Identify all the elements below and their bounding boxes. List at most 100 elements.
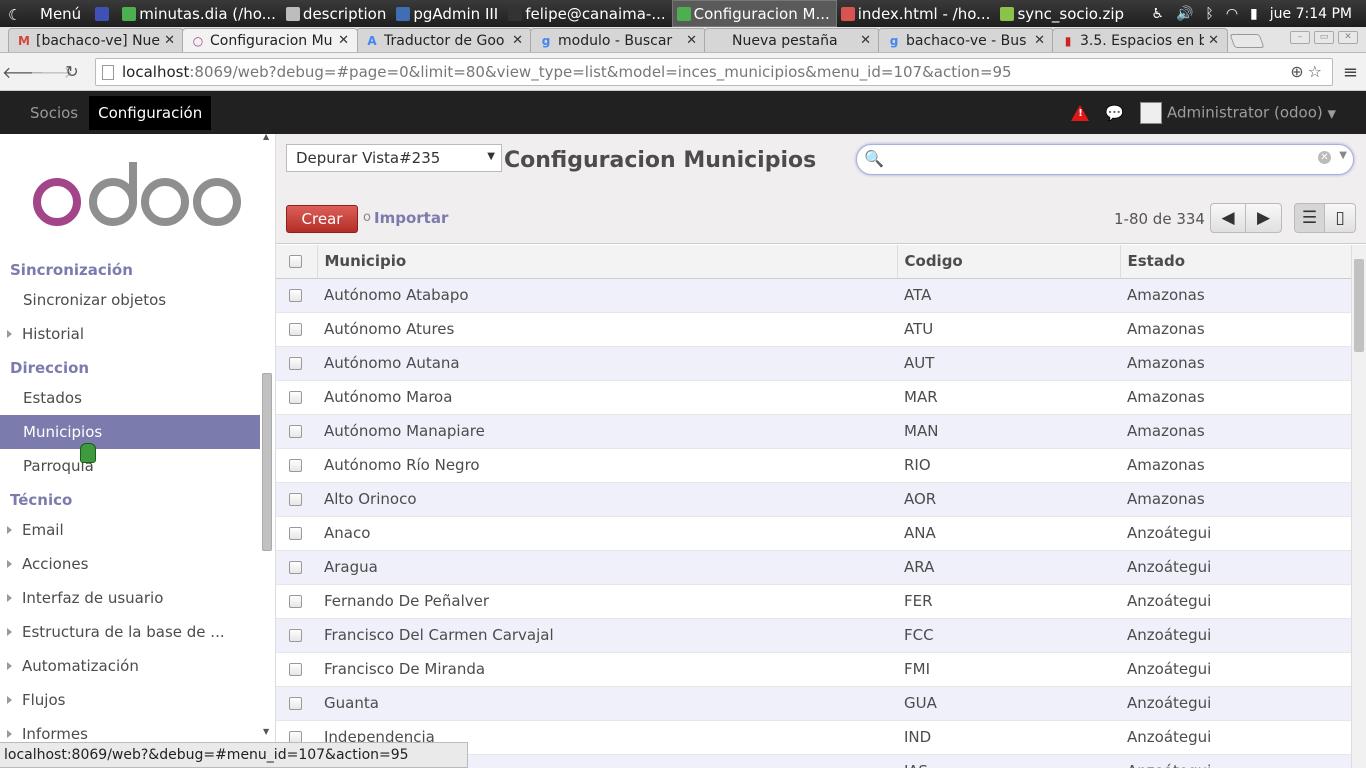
browser-tab-6[interactable]: ▮ 3.5. Espacios en b ✕ (1052, 28, 1228, 52)
accessibility-icon[interactable]: ♿ (1151, 6, 1164, 22)
taskbar-window-3[interactable]: felipe@canaima-... (504, 0, 671, 27)
cell-estado[interactable]: Amazonas (1120, 380, 1351, 415)
cell-codigo[interactable]: FCC (897, 618, 1120, 653)
cell-codigo[interactable]: MAR (897, 380, 1120, 415)
cell-municipio[interactable]: Autónomo Manapiare (317, 414, 897, 449)
sidebar-scroll-thumb[interactable] (262, 373, 272, 551)
row-checkbox[interactable] (289, 527, 302, 540)
cell-codigo[interactable]: ATU (897, 312, 1120, 347)
new-tab-button[interactable] (1229, 34, 1265, 48)
sidebar-item-flujos[interactable]: Flujos (0, 683, 260, 717)
topmenu-socios[interactable]: Socios (21, 96, 87, 130)
taskbar-show-desktop[interactable] (91, 0, 118, 27)
cell-municipio[interactable]: Autónomo Río Negro (317, 448, 897, 483)
cell-estado[interactable]: Anzoátegui (1120, 686, 1351, 721)
cell-codigo[interactable]: IND (897, 720, 1120, 755)
search-input[interactable]: 🔍 ✕ ▼ (856, 144, 1354, 175)
maximize-button[interactable]: ▭ (1314, 31, 1334, 44)
row-checkbox[interactable] (289, 697, 302, 710)
user-menu[interactable]: Administrator (odoo) ▼ (1139, 101, 1336, 124)
sidebar-item-historial[interactable]: Historial (0, 317, 260, 351)
table-row[interactable]: Fernando De Peñalver FER Anzoátegui (276, 584, 1351, 619)
taskbar-window-2[interactable]: pgAdmin III (392, 0, 504, 27)
sidebar-item-sincronizar-objetos[interactable]: Sincronizar objetos (0, 283, 260, 317)
cell-codigo[interactable]: FMI (897, 652, 1120, 687)
table-row[interactable]: Aragua ARA Anzoátegui (276, 550, 1351, 585)
cell-estado[interactable]: Amazonas (1120, 414, 1351, 449)
cell-municipio[interactable]: Autónomo Atures (317, 312, 897, 347)
bluetooth-icon[interactable]: ᛒ (1205, 6, 1213, 22)
taskbar-window-5[interactable]: index.html - /ho... (837, 0, 997, 27)
row-checkbox[interactable] (289, 595, 302, 608)
cell-codigo[interactable]: GUA (897, 686, 1120, 721)
close-tab-icon[interactable]: ✕ (1208, 33, 1219, 48)
cell-estado[interactable]: Anzoátegui (1120, 550, 1351, 585)
table-row[interactable]: Autónomo Manapiare MAN Amazonas (276, 414, 1351, 449)
column-municipio[interactable]: Municipio (317, 245, 898, 279)
scroll-down-icon[interactable]: ▼ (263, 727, 269, 736)
table-row[interactable]: Guanta GUA Anzoátegui (276, 686, 1351, 721)
back-icon[interactable]: 🡐 (2, 62, 45, 82)
cell-estado[interactable]: Anzoátegui (1120, 516, 1351, 551)
import-button[interactable]: Importar (374, 209, 448, 227)
wifi-icon[interactable]: ◠ (1226, 6, 1238, 22)
table-scroll-thumb[interactable] (1354, 259, 1364, 352)
row-checkbox[interactable] (289, 493, 302, 506)
cell-codigo[interactable]: ANA (897, 516, 1120, 551)
cell-codigo[interactable]: FER (897, 584, 1120, 619)
cell-codigo[interactable]: ARA (897, 550, 1120, 585)
row-checkbox[interactable] (289, 391, 302, 404)
zoom-icon[interactable]: ⊕ (1290, 62, 1307, 81)
cell-estado[interactable]: Anzoátegui (1120, 618, 1351, 653)
cell-municipio[interactable]: Anaco (317, 516, 897, 551)
close-tab-icon[interactable]: ✕ (1034, 33, 1045, 48)
row-checkbox[interactable] (289, 357, 302, 370)
browser-tab-1[interactable]: ○ Configuracion Mu ✕ (182, 28, 358, 52)
clock[interactable]: jue 7:14 PM (1270, 6, 1352, 22)
pager-next-button[interactable]: ▶ (1246, 203, 1282, 233)
row-checkbox[interactable] (289, 629, 302, 642)
browser-tab-5[interactable]: g bachaco-ve - Bus ✕ (878, 28, 1054, 52)
odoo-logo[interactable] (0, 134, 275, 257)
warning-icon[interactable]: ! (1071, 104, 1090, 121)
pager-value[interactable]: 1-80 de 334 (1114, 210, 1205, 228)
cell-municipio[interactable]: Autónomo Autana (317, 346, 897, 381)
minimize-button[interactable]: – (1290, 31, 1310, 44)
table-row[interactable]: Autónomo Atures ATU Amazonas (276, 312, 1351, 347)
close-tab-icon[interactable]: ✕ (686, 33, 697, 48)
cell-municipio[interactable]: Francisco Del Carmen Carvajal (317, 618, 897, 653)
sidebar-item-municipios[interactable]: Municipios (0, 415, 260, 449)
cell-codigo[interactable]: ATA (897, 278, 1120, 313)
cell-municipio[interactable]: Francisco De Miranda (317, 652, 897, 687)
table-row[interactable]: Autónomo Autana AUT Amazonas (276, 346, 1351, 381)
column-codigo[interactable]: Codigo (897, 245, 1121, 279)
cell-codigo[interactable]: AUT (897, 346, 1120, 381)
row-checkbox[interactable] (289, 459, 302, 472)
address-bar[interactable]: localhost:8069/web?debug=#page=0&limit=8… (95, 58, 1333, 86)
chat-icon[interactable]: 💬 (1105, 104, 1124, 122)
sidebar-item-automatización[interactable]: Automatización (0, 649, 260, 683)
battery-icon[interactable]: ▮ (1250, 6, 1258, 22)
cell-codigo[interactable]: AOR (897, 482, 1120, 517)
browser-tab-4[interactable]: Nueva pestaña ✕ (704, 28, 880, 52)
form-view-button[interactable]: ▯ (1325, 203, 1356, 233)
row-checkbox[interactable] (289, 425, 302, 438)
taskbar-window-0[interactable]: minutas.dia (/ho... (118, 0, 282, 27)
taskbar-window-4[interactable]: Configuracion M... (671, 0, 837, 27)
cell-estado[interactable]: Amazonas (1120, 482, 1351, 517)
debug-view-select[interactable]: Depurar Vista#235 ▼ (286, 144, 502, 172)
sidebar-item-informes[interactable]: Informes (0, 717, 260, 742)
sidebar-item-acciones[interactable]: Acciones (0, 547, 260, 581)
row-checkbox[interactable] (289, 561, 302, 574)
scroll-up-icon[interactable]: ▲ (263, 132, 269, 141)
sidebar-scrollbar[interactable]: ▲ ▼ (262, 132, 272, 736)
topmenu-configuracion[interactable]: Configuración (89, 95, 212, 130)
sidebar-item-email[interactable]: Email (0, 513, 260, 547)
sidebar-item-estructura-de-la-base-de[interactable]: Estructura de la base de ... (0, 615, 260, 649)
search-options-icon[interactable]: ▼ (1339, 150, 1347, 161)
cell-estado[interactable]: Anzoátegui (1120, 652, 1351, 687)
taskbar-window-1[interactable]: description (282, 0, 392, 27)
os-menu-button[interactable]: ☾ Menú (0, 0, 91, 27)
close-tab-icon[interactable]: ✕ (512, 33, 523, 48)
cell-estado[interactable]: Amazonas (1120, 346, 1351, 381)
